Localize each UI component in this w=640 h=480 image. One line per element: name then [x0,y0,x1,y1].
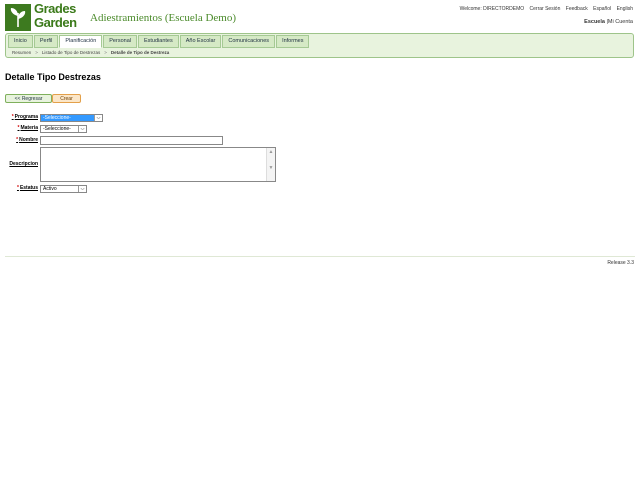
welcome-text: Welcome: DIRECTORDEMO [459,6,525,12]
materia-select-value: -Seleccione- [43,126,71,132]
my-account-link[interactable]: Mi Cuenta [608,19,633,25]
tab-planificacion[interactable]: Planificación [59,35,103,48]
nombre-label: *Nombre [4,137,38,143]
logo-line-1: Grades [34,1,76,16]
programa-label: *Programa [4,114,38,120]
descripcion-textarea[interactable]: ▲ ▼ [40,147,276,182]
breadcrumb-listado[interactable]: Listado de Tipo de Destrezas [42,50,100,55]
footer-divider [5,256,635,257]
account-links: Escuela |Mi Cuenta [584,19,633,25]
scroll-up-icon[interactable]: ▲ [267,148,275,156]
textarea-scrollbar[interactable]: ▲ ▼ [266,148,275,181]
create-button[interactable]: Crear [52,94,81,103]
school-link[interactable]: Escuela [584,19,605,25]
app-title: Adiestramientos (Escuela Demo) [90,12,237,24]
tab-personal[interactable]: Personal [103,35,137,48]
back-button[interactable]: << Regresar [5,94,52,103]
logout-link[interactable]: Cerrar Sesión [530,6,561,12]
programa-select[interactable]: -Seleccione- ⌵ [40,114,103,122]
estatus-select[interactable]: Activo ⌵ [40,185,87,193]
tab-ano-escolar[interactable]: Año Escolar [179,35,222,48]
language-en-link[interactable]: English [617,6,633,12]
tab-informes[interactable]: Informes [276,35,310,48]
estatus-label: *Estatus [4,185,38,191]
tab-inicio[interactable]: Inicio [8,35,33,48]
breadcrumb: Resumen > Listado de Tipo de Destrezas > Det… [12,50,169,55]
breadcrumb-separator: > [35,50,38,55]
breadcrumb-separator: > [104,50,107,55]
required-mark: * [11,114,14,120]
language-es-link[interactable]: Español [593,6,611,12]
chevron-down-icon: ⌵ [78,126,86,132]
scroll-down-icon[interactable]: ▼ [267,164,275,172]
descripcion-label: Descripcion [9,161,38,167]
leaf-icon [5,4,31,31]
main-nav: Inicio Perfil Planificación Personal Est… [5,33,634,58]
logo-line-2: Garden [34,15,77,30]
required-mark: * [16,185,19,191]
top-links: Welcome: DIRECTORDEMO Cerrar Sesión Feed… [456,6,633,12]
page-title: Detalle Tipo Destrezas [5,72,101,82]
estatus-label-text: Estatus [19,185,38,191]
release-version: Release 3.3 [607,260,634,266]
estatus-select-value: Activo [43,186,57,192]
nav-tabs: Inicio Perfil Planificación Personal Est… [8,35,310,48]
nombre-label-text: Nombre [19,137,38,143]
chevron-down-icon: ⌵ [78,186,86,192]
tab-perfil[interactable]: Perfil [33,35,59,48]
programa-label-text: Programa [14,114,38,120]
materia-label: *Materia [4,125,38,131]
tab-estudiantes[interactable]: Estudiantes [137,35,179,48]
logo-wordmark: Grades Garden [34,2,77,30]
materia-label-text: Materia [20,125,38,131]
materia-select[interactable]: -Seleccione- ⌵ [40,125,87,133]
breadcrumb-current: Detalle de Tipo de Destreza [110,50,170,55]
grades-garden-logo[interactable]: Grades Garden [5,2,83,31]
required-mark: * [16,137,19,143]
feedback-link[interactable]: Feedback [566,6,588,12]
tab-comunicaciones[interactable]: Comunicaciones [222,35,276,48]
breadcrumb-resumen[interactable]: Resumen [12,50,31,55]
programa-select-value: -Seleccione- [43,115,71,121]
nombre-input[interactable] [40,136,223,145]
chevron-down-icon: ⌵ [94,115,102,121]
